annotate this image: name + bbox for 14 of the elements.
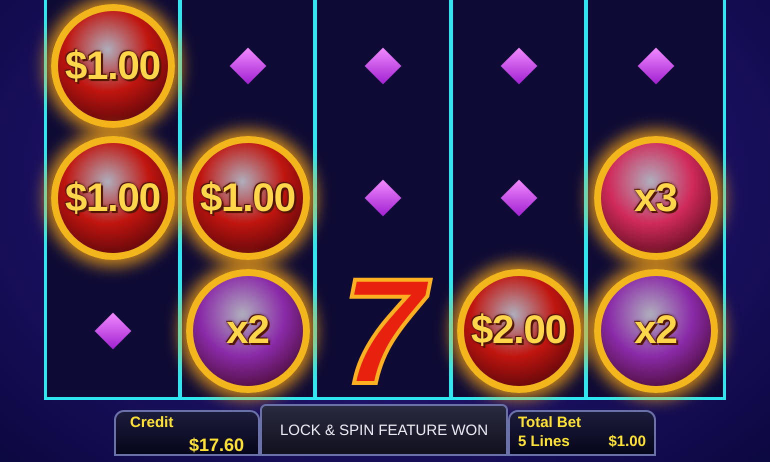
multiplier-orb: x2 — [186, 268, 310, 393]
credit-label: Credit — [130, 414, 174, 431]
coin-orb: $1.00 — [186, 136, 310, 260]
lines-count: 5 Lines — [518, 433, 570, 450]
coin-orb: $2.00 — [456, 268, 580, 393]
multiplier-orb: x3 — [594, 136, 718, 260]
multiplier-orb: x2 — [594, 268, 718, 393]
seven-symbol: 7 — [317, 264, 449, 397]
coin-orb: $1.00 — [50, 136, 174, 260]
total-bet-value: $1.00 — [608, 433, 646, 450]
coin-orb: $1.00 — [50, 4, 174, 128]
total-bet-label: Total Bet — [518, 414, 582, 431]
status-message: LOCK & SPIN FEATURE WON — [260, 404, 508, 456]
credit-value: $17.60 — [188, 435, 244, 456]
